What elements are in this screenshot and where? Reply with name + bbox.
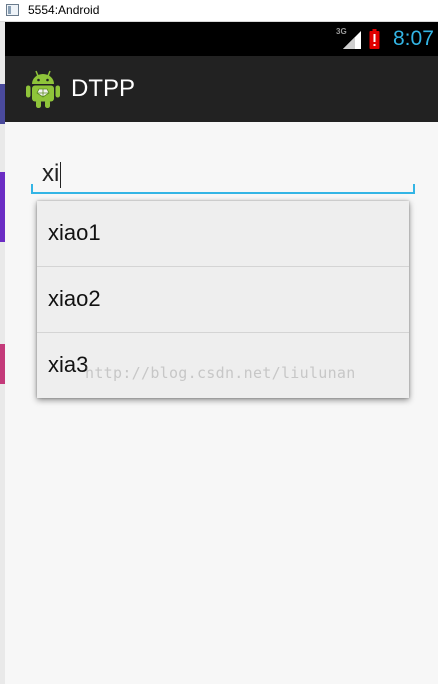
suggestion-item[interactable]: xiao1 <box>37 201 409 267</box>
emulator-window: 5554:Android 3G 8:07 DTPP xi xiao1 xiao2… <box>0 0 438 684</box>
input-underline-right <box>413 184 415 192</box>
window-app-icon <box>6 4 19 16</box>
main-content: xi xiao1 xiao2 xia3 http://blog.csdn.net… <box>5 122 438 684</box>
input-underline-left <box>31 184 33 192</box>
suggestion-label: xiao1 <box>48 220 101 245</box>
clock: 8:07 <box>393 27 434 50</box>
autocomplete-input[interactable]: xi <box>31 154 415 194</box>
watermark: http://blog.csdn.net/liulunan <box>85 364 356 382</box>
window-titlebar[interactable]: 5554:Android <box>0 0 438 22</box>
input-value: xi <box>42 160 60 187</box>
text-cursor <box>60 161 62 188</box>
suggestion-label: xiao2 <box>48 286 101 311</box>
android-screen: 3G 8:07 DTPP xi xiao1 xiao2 xia3 http://… <box>5 22 438 684</box>
suggestion-item[interactable]: xiao2 <box>37 267 409 333</box>
action-bar: DTPP <box>5 56 438 122</box>
signal-icon <box>343 31 361 49</box>
window-title: 5554:Android <box>28 3 100 17</box>
battery-alert-icon <box>369 29 380 49</box>
status-bar: 3G 8:07 <box>5 22 438 56</box>
app-title: DTPP <box>71 75 136 102</box>
suggestion-label: xia3 <box>48 352 89 377</box>
android-robot-icon[interactable] <box>25 69 61 109</box>
